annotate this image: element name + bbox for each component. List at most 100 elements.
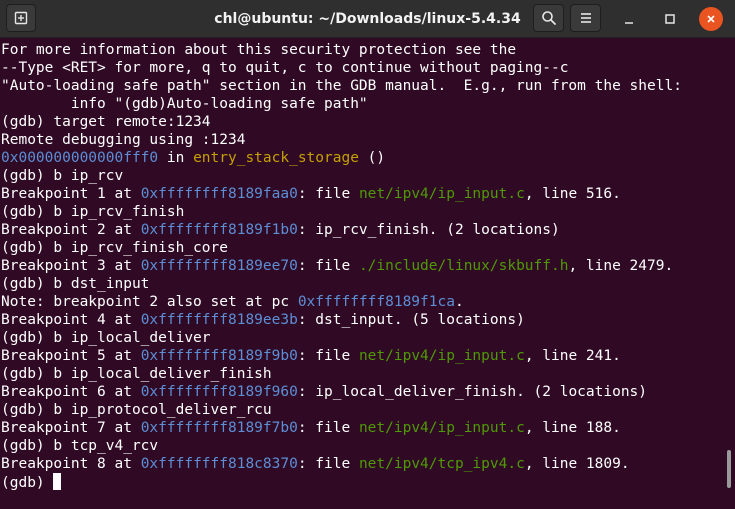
terminal-line: Note: breakpoint 2 also set at pc 0xffff… [1,293,682,311]
output-text: (gdb) b ip_rcv [1,168,124,184]
output-text: Breakpoint 3 at [1,258,141,274]
function-name: entry_stack_storage [193,150,359,166]
source-file-path: net/ipv4/tcp_ipv4.c [358,456,525,472]
memory-address: 0xffffffff8189f7b0 [140,420,298,436]
output-text: Breakpoint 5 at [1,348,141,364]
terminal-line: (gdb) b ip_rcv [1,167,682,185]
output-text: (gdb) b ip_local_deliver_finish [1,366,272,382]
output-text: Note: breakpoint 2 also set at pc [1,294,298,310]
output-text: (gdb) b dst_input [1,276,150,292]
minimize-button[interactable] [617,7,641,31]
memory-address: 0xffffffff8189f1b0 [140,222,298,238]
output-text: in [158,150,194,166]
output-text: (gdb) b ip_local_deliver [1,330,211,346]
maximize-button[interactable] [658,7,682,31]
terminal-lines: For more information about this security… [1,41,682,491]
output-text: Breakpoint 6 at [1,384,141,400]
source-file-path: net/ipv4/ip_input.c [358,348,525,364]
output-text: : file [297,186,359,202]
memory-address: 0xffffffff8189ee3b [140,312,298,328]
output-text: : ip_local_deliver_finish. (2 locations) [297,384,648,400]
terminal-line: Breakpoint 5 at 0xffffffff8189f9b0: file… [1,347,682,365]
gdb-prompt: (gdb) [1,475,54,491]
terminal-line: Breakpoint 7 at 0xffffffff8189f7b0: file… [1,419,682,437]
source-file-path: net/ipv4/ip_input.c [358,420,525,436]
source-file-path: net/ipv4/ip_input.c [358,186,525,202]
output-text: : dst_input. (5 locations) [297,312,525,328]
output-text: , line 241. [524,348,621,364]
maximize-icon [665,14,675,24]
output-text: (gdb) b tcp_v4_rcv [1,438,159,454]
output-text: "Auto-loading safe path" section in the … [1,78,682,94]
terminal-line: Breakpoint 8 at 0xffffffff818c8370: file… [1,455,682,473]
search-button[interactable] [533,4,564,32]
terminal-window: chl@ubuntu: ~/Downloads/linux-5.4.34 For… [0,0,735,509]
terminal-line: (gdb) b dst_input [1,275,682,293]
terminal-line: --Type <RET> for more, q to quit, c to c… [1,59,682,77]
new-tab-button[interactable] [6,4,36,32]
output-text: , line 516. [524,186,621,202]
source-file-path: ./include/linux/skbuff.h [358,258,569,274]
output-text: For more information about this security… [1,42,517,58]
output-text: (gdb) b ip_rcv_finish [1,204,185,220]
terminal-line: "Auto-loading safe path" section in the … [1,77,682,95]
text-cursor [53,473,62,490]
output-text: : ip_rcv_finish. (2 locations) [297,222,560,238]
close-button[interactable] [699,7,723,31]
terminal-line: Breakpoint 2 at 0xffffffff8189f1b0: ip_r… [1,221,682,239]
terminal-line: (gdb) target remote:1234 [1,113,682,131]
terminal-line: Breakpoint 4 at 0xffffffff8189ee3b: dst_… [1,311,682,329]
new-tab-icon [14,11,28,25]
memory-address: 0xffffffff8189ee70 [140,258,298,274]
menu-button[interactable] [570,4,601,32]
title-bar[interactable]: chl@ubuntu: ~/Downloads/linux-5.4.34 [0,0,735,38]
memory-address: 0xffffffff8189f960 [140,384,298,400]
terminal-line: info "(gdb)Auto-loading safe path" [1,95,682,113]
output-text: : file [297,258,359,274]
output-text: (gdb) target remote:1234 [1,114,211,130]
terminal-line: Breakpoint 6 at 0xffffffff8189f960: ip_l… [1,383,682,401]
output-text: Breakpoint 2 at [1,222,141,238]
terminal-line: (gdb) b ip_protocol_deliver_rcu [1,401,682,419]
output-text: --Type <RET> for more, q to quit, c to c… [1,60,569,76]
output-text: (gdb) b ip_protocol_deliver_rcu [1,402,272,418]
output-text: , line 1809. [524,456,630,472]
terminal-line: Breakpoint 1 at 0xffffffff8189faa0: file… [1,185,682,203]
output-text: , line 2479. [568,258,674,274]
memory-address: 0xffffffff818c8370 [140,456,298,472]
hamburger-menu-icon [580,13,591,23]
scrollbar-thumb[interactable] [727,450,731,488]
output-text: : file [297,420,359,436]
memory-address: 0xffffffff8189f9b0 [140,348,298,364]
terminal-line: (gdb) b ip_rcv_finish_core [1,239,682,257]
output-text: Breakpoint 1 at [1,186,141,202]
terminal-output[interactable]: For more information about this security… [0,38,735,509]
terminal-line: (gdb) b ip_rcv_finish [1,203,682,221]
output-text: Breakpoint 8 at [1,456,141,472]
output-text: Remote debugging using :1234 [1,132,246,148]
close-icon [707,15,715,23]
minimize-icon [625,22,633,24]
terminal-line: For more information about this security… [1,41,682,59]
memory-address: 0xffffffff8189faa0 [140,186,298,202]
output-text: Breakpoint 7 at [1,420,141,436]
output-text: Breakpoint 4 at [1,312,141,328]
output-text: , line 188. [524,420,621,436]
terminal-line: Remote debugging using :1234 [1,131,682,149]
search-icon [541,11,556,25]
output-text: info "(gdb)Auto-loading safe path" [1,96,368,112]
output-text: . [454,294,464,310]
terminal-line: 0x000000000000fff0 in entry_stack_storag… [1,149,682,167]
output-text: : file [297,348,359,364]
scrollbar[interactable] [725,38,735,509]
memory-address: 0xffffffff8189f1ca [297,294,455,310]
output-text: () [358,150,386,166]
terminal-line: Breakpoint 3 at 0xffffffff8189ee70: file… [1,257,682,275]
prompt-line[interactable]: (gdb) [1,473,682,491]
terminal-line: (gdb) b ip_local_deliver_finish [1,365,682,383]
output-text: : file [297,456,359,472]
memory-address: 0x000000000000fff0 [1,150,159,166]
terminal-line: (gdb) b tcp_v4_rcv [1,437,682,455]
terminal-line: (gdb) b ip_local_deliver [1,329,682,347]
output-text: (gdb) b ip_rcv_finish_core [1,240,228,256]
